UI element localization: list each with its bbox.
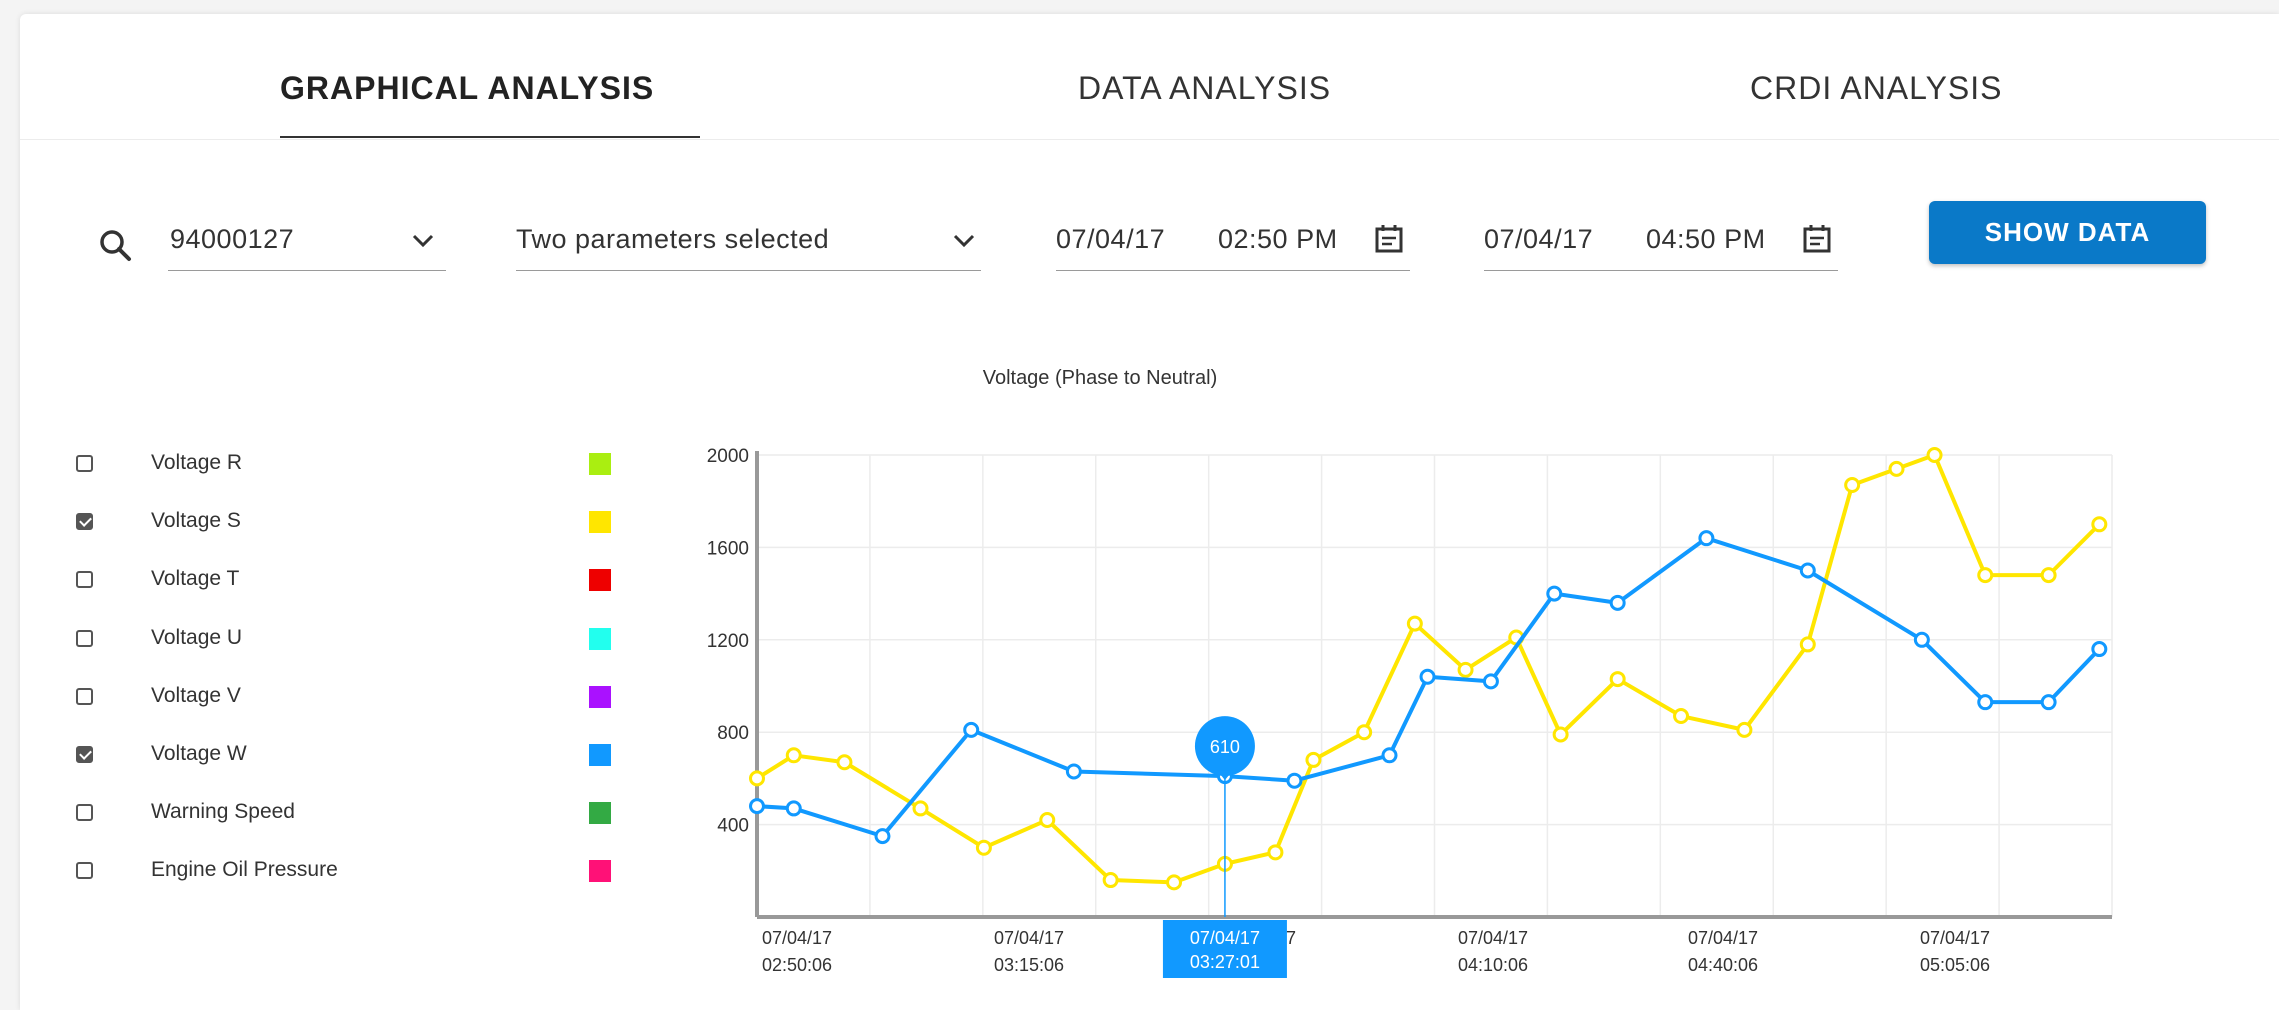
data-point	[2091, 516, 2108, 533]
x-tick-time: 04:40:06	[1688, 955, 1758, 975]
data-point	[2040, 567, 2057, 584]
y-tick-label: 1600	[707, 538, 749, 559]
data-point	[749, 798, 765, 815]
data-point	[1888, 460, 1905, 477]
data-point	[1799, 562, 1816, 579]
x-tick-date: 07/04/17	[1688, 928, 1758, 948]
x-highlight-time: 03:27:01	[1190, 952, 1260, 972]
data-point	[1065, 763, 1082, 780]
data-point	[2091, 641, 2108, 658]
data-point	[1305, 751, 1322, 768]
y-tick-label: 2000	[707, 446, 749, 467]
data-point	[1736, 721, 1753, 738]
data-point	[836, 754, 853, 771]
data-point	[2040, 694, 2057, 711]
data-point	[1546, 585, 1563, 602]
y-tick-label: 800	[717, 723, 749, 744]
series-line	[755, 453, 2101, 885]
data-point	[1406, 615, 1423, 632]
x-tick-date: 07/04/17	[1920, 928, 1990, 948]
data-point	[749, 770, 765, 787]
data-point	[785, 800, 802, 817]
data-point	[1166, 874, 1183, 891]
x-tick-time: 04:10:06	[1458, 955, 1528, 975]
data-point	[785, 747, 802, 764]
data-point	[1419, 668, 1436, 685]
data-point	[1102, 872, 1119, 889]
data-point	[1673, 708, 1690, 725]
data-point	[1356, 724, 1373, 741]
x-tick-date: 07/04/17	[762, 928, 832, 948]
x-tick-time: 05:05:06	[1920, 955, 1990, 975]
data-point	[874, 828, 891, 845]
data-point	[1381, 747, 1398, 764]
data-point	[1552, 726, 1569, 743]
voltage-line-chart[interactable]: 400 800 1200 1600 2000 07/04/17 02:50:06 07/04/…	[0, 0, 2279, 1010]
y-tick-label: 1200	[707, 631, 749, 652]
x-tick-time: 03:15:06	[994, 955, 1064, 975]
x-tick-time: 02:50:06	[762, 955, 832, 975]
x-highlight-date: 07/04/17	[1190, 928, 1260, 948]
data-point	[912, 800, 929, 817]
tooltip-value: 610	[1210, 737, 1240, 757]
data-point	[1609, 594, 1626, 611]
data-point	[1267, 844, 1284, 861]
data-point	[1609, 671, 1626, 688]
data-point	[1913, 631, 1930, 648]
data-point	[1457, 661, 1474, 678]
data-point	[1039, 811, 1056, 828]
data-point	[963, 721, 980, 738]
data-point	[1482, 673, 1499, 690]
data-point	[1926, 447, 1943, 463]
x-tick-date: 07/04/17	[1458, 928, 1528, 948]
data-point	[1844, 477, 1861, 494]
data-point	[1698, 530, 1715, 547]
data-point	[1799, 636, 1816, 653]
series-line	[756, 536, 2101, 839]
data-point	[1977, 694, 1994, 711]
data-point	[975, 839, 992, 856]
data-point	[1977, 567, 1994, 584]
data-point	[1286, 772, 1303, 789]
x-tick-date: 07/04/17	[994, 928, 1064, 948]
y-tick-label: 400	[717, 816, 749, 837]
